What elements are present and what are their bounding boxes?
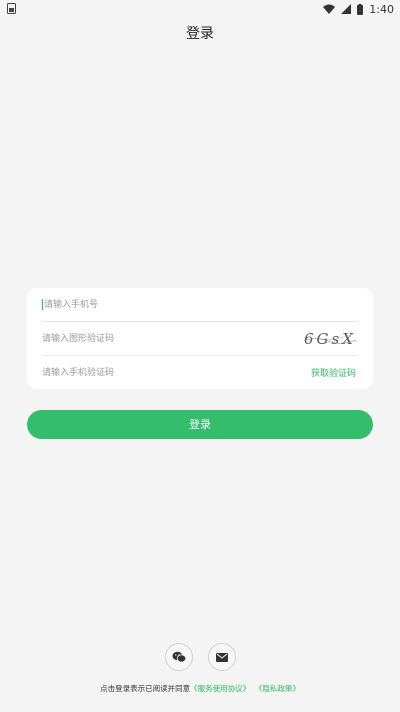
captcha-input[interactable] <box>42 322 298 355</box>
captcha-field-row: 6GsX <box>42 322 358 356</box>
phone-field-row <box>42 288 358 322</box>
text-cursor <box>42 299 43 310</box>
wifi-icon <box>323 4 336 14</box>
status-bar: 1:40 <box>0 0 400 18</box>
notification-icon <box>7 3 16 14</box>
email-icon <box>216 652 228 662</box>
phone-input[interactable] <box>44 288 358 321</box>
captcha-image[interactable]: 6GsX <box>302 329 358 349</box>
login-button[interactable]: 登录 <box>27 410 373 439</box>
login-form-card: 6GsX 获取验证码 <box>27 288 373 389</box>
service-agreement-link[interactable]: 《服务使用协议》 <box>190 684 250 693</box>
page-title: 登录 <box>186 26 214 42</box>
email-login-button[interactable] <box>208 643 236 671</box>
agreement-text: 点击登录表示已阅读并同意《服务使用协议》 《隐私政策》 <box>0 683 400 694</box>
wechat-icon <box>172 651 186 663</box>
privacy-policy-link[interactable]: 《隐私政策》 <box>255 684 300 693</box>
battery-icon <box>357 3 364 15</box>
sms-field-row: 获取验证码 <box>42 356 358 389</box>
get-code-button[interactable]: 获取验证码 <box>311 366 356 379</box>
status-time: 1:40 <box>369 2 394 16</box>
sms-code-input[interactable] <box>42 356 311 389</box>
signal-icon <box>341 4 352 14</box>
wechat-login-button[interactable] <box>165 643 193 671</box>
agreement-prefix: 点击登录表示已阅读并同意 <box>100 684 191 693</box>
